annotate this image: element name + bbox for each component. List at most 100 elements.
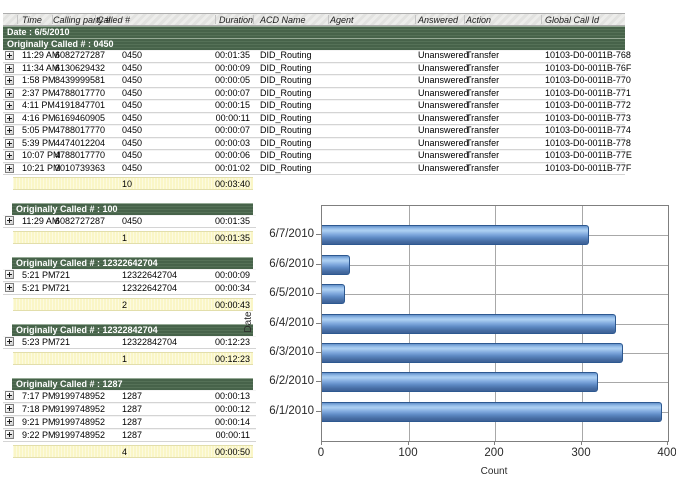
expand-row-icon[interactable] [5, 114, 14, 123]
summary-call-count: 2 [122, 300, 127, 311]
date-group-band: Date : 6/5/2010 [3, 26, 625, 38]
expand-cell [3, 88, 17, 102]
expand-row-icon[interactable] [5, 151, 14, 160]
called-number-cell: 12322642704 [95, 282, 215, 295]
expand-row-icon[interactable] [5, 404, 14, 413]
called-number-cell: 1287 [95, 416, 215, 429]
action-cell: Transfer [464, 75, 541, 89]
calling-party-cell: 6082727287 [52, 215, 95, 228]
originally-called-group: Originally Called # : 12322842704 5:23 P… [3, 324, 263, 365]
answered-cell: Unanswered [415, 138, 464, 152]
summary-total-duration: 00:00:43 [215, 300, 250, 311]
calling-party-cell: 9199748952 [52, 390, 95, 403]
column-header-acd-name: ACD Name [260, 15, 306, 26]
y-axis-tick [316, 264, 321, 265]
action-cell: Transfer [464, 163, 541, 177]
calling-party-cell: 6082727287 [52, 50, 95, 64]
duration-cell: 00:12:23 [215, 336, 253, 349]
expand-row-icon[interactable] [5, 337, 14, 346]
global-call-id-cell: 10103-D0-0011B-77F [541, 163, 625, 177]
chart-plot-area [321, 205, 669, 442]
column-header-time: Time [22, 15, 42, 26]
summary-total-duration: 00:03:40 [215, 179, 250, 190]
calling-party-cell: 721 [52, 336, 95, 349]
answered-cell: Unanswered [415, 113, 464, 127]
group-summary-row: 10 00:03:40 [13, 177, 253, 190]
global-call-id-cell: 10103-D0-0011B-76F [541, 63, 625, 77]
expand-row-icon[interactable] [5, 101, 14, 110]
time-cell: 11:29 AM [17, 50, 52, 64]
expand-row-icon[interactable] [5, 216, 14, 225]
acd-name-cell: DID_Routing [253, 100, 328, 114]
column-divider [95, 15, 96, 24]
group-summary-row: 4 00:00:50 [13, 445, 253, 458]
called-number-cell: 1287 [95, 403, 215, 416]
expand-row-icon[interactable] [5, 430, 14, 439]
expand-row-icon[interactable] [5, 76, 14, 85]
column-header-answered: Answered [418, 15, 458, 26]
answered-cell: Unanswered [415, 50, 464, 64]
time-cell: 9:21 PM [17, 416, 52, 429]
acd-name-cell: DID_Routing [253, 63, 328, 77]
duration-cell: 00:00:05 [215, 75, 253, 89]
calling-party-cell: 9199748952 [52, 416, 95, 429]
answered-cell: Unanswered [415, 150, 464, 164]
column-divider [415, 15, 416, 24]
group-summary-row: 1 00:01:35 [13, 231, 253, 244]
group-summary-row: 2 00:00:43 [13, 298, 253, 311]
originally-called-group-band: Originally Called # : 12322642704 [12, 257, 253, 269]
duration-cell: 00:01:35 [215, 215, 253, 228]
y-axis-tick [316, 352, 321, 353]
agent-cell [328, 163, 415, 177]
global-call-id-cell: 10103-D0-0011B-778 [541, 138, 625, 152]
expand-row-icon[interactable] [5, 417, 14, 426]
call-table-row: 9:21 PM 9199748952 1287 00:00:14 [3, 416, 256, 429]
acd-name-cell: DID_Routing [253, 138, 328, 152]
grid-line-horizontal [322, 412, 668, 413]
called-number-cell: 0450 [95, 138, 215, 152]
expand-row-icon[interactable] [5, 283, 14, 292]
summary-call-count: 1 [122, 233, 127, 244]
column-header-called: Called # [97, 15, 130, 26]
originally-called-group: Originally Called # : 12322642704 5:21 P… [3, 257, 263, 311]
call-table-row: 5:23 PM 721 12322842704 00:12:23 [3, 336, 256, 349]
global-call-id-cell: 10103-D0-0011B-773 [541, 113, 625, 127]
expand-row-icon[interactable] [5, 164, 14, 173]
time-cell: 5:23 PM [17, 336, 52, 349]
expand-row-icon[interactable] [5, 270, 14, 279]
time-cell: 11:29 AM [17, 215, 52, 228]
acd-name-cell: DID_Routing [253, 75, 328, 89]
expand-cell [3, 50, 17, 64]
called-number-cell: 0450 [95, 100, 215, 114]
grid-line-horizontal [322, 265, 668, 266]
called-number-cell: 0450 [95, 150, 215, 164]
chart-bar [322, 225, 589, 245]
summary-total-duration: 00:12:23 [215, 354, 250, 365]
time-cell: 10:21 PM [17, 163, 52, 177]
sub-group-rows: 11:29 AM 6082727287 0450 00:01:35 [3, 215, 263, 228]
expand-row-icon[interactable] [5, 126, 14, 135]
expand-cell [3, 150, 17, 164]
called-number-cell: 12322642704 [95, 269, 215, 282]
expand-row-icon[interactable] [5, 391, 14, 400]
expand-row-icon[interactable] [5, 139, 14, 148]
expand-row-icon[interactable] [5, 89, 14, 98]
expand-cell [3, 416, 17, 429]
action-cell: Transfer [464, 138, 541, 152]
grid-line-horizontal [322, 294, 668, 295]
chart-bar [322, 255, 350, 275]
call-table-row: 7:17 PM 9199748952 1287 00:00:13 [3, 390, 256, 403]
time-cell: 10:07 PM [17, 150, 52, 164]
grid-line-horizontal [322, 235, 668, 236]
agent-cell [328, 138, 415, 152]
expand-row-icon[interactable] [5, 51, 14, 60]
grid-line-horizontal [322, 324, 668, 325]
action-cell: Transfer [464, 100, 541, 114]
y-axis-category-label: 6/6/2010 [254, 258, 314, 270]
call-table-row: 10:21 PM 3010739363 0450 00:01:02 DID_Ro… [3, 163, 625, 176]
expand-row-icon[interactable] [5, 64, 14, 73]
expand-cell [3, 403, 17, 416]
sub-groups: Originally Called # : 100 11:29 AM 60827… [3, 203, 263, 458]
answered-cell: Unanswered [415, 63, 464, 77]
x-axis-tick-label: 100 [388, 447, 428, 459]
